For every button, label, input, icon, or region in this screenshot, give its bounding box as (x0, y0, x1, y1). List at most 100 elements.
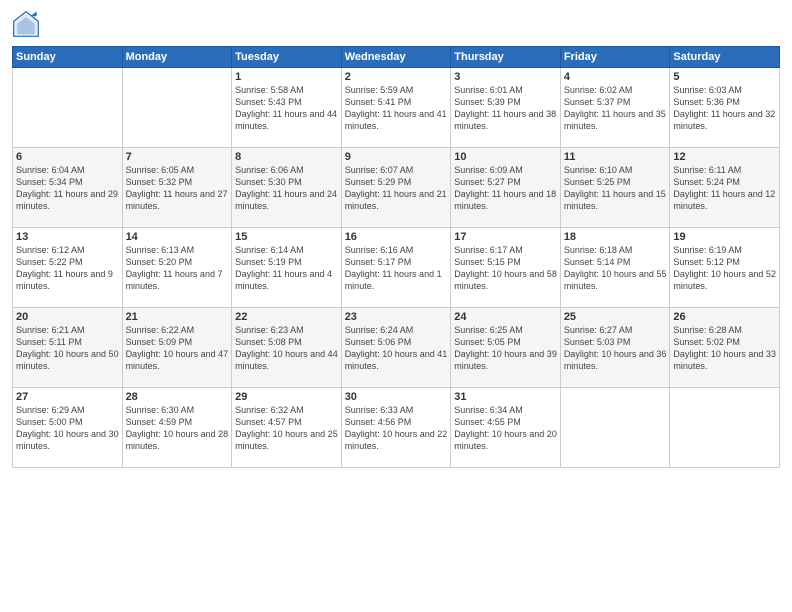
day-number: 29 (235, 391, 338, 403)
col-header-monday: Monday (122, 47, 232, 68)
col-header-saturday: Saturday (670, 47, 780, 68)
day-number: 28 (126, 391, 229, 403)
day-number: 10 (454, 151, 557, 163)
day-info: Sunrise: 6:28 AM Sunset: 5:02 PM Dayligh… (673, 324, 776, 373)
day-number: 15 (235, 231, 338, 243)
header (12, 10, 780, 38)
week-row-4: 20Sunrise: 6:21 AM Sunset: 5:11 PM Dayli… (13, 308, 780, 388)
day-info: Sunrise: 6:12 AM Sunset: 5:22 PM Dayligh… (16, 244, 119, 293)
header-row: SundayMondayTuesdayWednesdayThursdayFrid… (13, 47, 780, 68)
day-cell: 29Sunrise: 6:32 AM Sunset: 4:57 PM Dayli… (232, 388, 342, 468)
day-cell: 31Sunrise: 6:34 AM Sunset: 4:55 PM Dayli… (451, 388, 561, 468)
week-row-5: 27Sunrise: 6:29 AM Sunset: 5:00 PM Dayli… (13, 388, 780, 468)
week-row-3: 13Sunrise: 6:12 AM Sunset: 5:22 PM Dayli… (13, 228, 780, 308)
day-info: Sunrise: 6:24 AM Sunset: 5:06 PM Dayligh… (345, 324, 448, 373)
day-number: 19 (673, 231, 776, 243)
day-info: Sunrise: 6:13 AM Sunset: 5:20 PM Dayligh… (126, 244, 229, 293)
day-cell: 15Sunrise: 6:14 AM Sunset: 5:19 PM Dayli… (232, 228, 342, 308)
col-header-friday: Friday (560, 47, 670, 68)
logo-icon (12, 10, 40, 38)
day-number: 24 (454, 311, 557, 323)
day-cell: 24Sunrise: 6:25 AM Sunset: 5:05 PM Dayli… (451, 308, 561, 388)
day-number: 26 (673, 311, 776, 323)
day-info: Sunrise: 5:58 AM Sunset: 5:43 PM Dayligh… (235, 84, 338, 133)
day-cell: 18Sunrise: 6:18 AM Sunset: 5:14 PM Dayli… (560, 228, 670, 308)
day-number: 27 (16, 391, 119, 403)
day-cell (670, 388, 780, 468)
day-cell: 11Sunrise: 6:10 AM Sunset: 5:25 PM Dayli… (560, 148, 670, 228)
day-number: 30 (345, 391, 448, 403)
day-number: 22 (235, 311, 338, 323)
day-number: 9 (345, 151, 448, 163)
day-info: Sunrise: 6:11 AM Sunset: 5:24 PM Dayligh… (673, 164, 776, 213)
day-cell: 13Sunrise: 6:12 AM Sunset: 5:22 PM Dayli… (13, 228, 123, 308)
day-number: 11 (564, 151, 667, 163)
day-info: Sunrise: 6:04 AM Sunset: 5:34 PM Dayligh… (16, 164, 119, 213)
day-cell: 26Sunrise: 6:28 AM Sunset: 5:02 PM Dayli… (670, 308, 780, 388)
day-cell: 16Sunrise: 6:16 AM Sunset: 5:17 PM Dayli… (341, 228, 451, 308)
day-info: Sunrise: 6:16 AM Sunset: 5:17 PM Dayligh… (345, 244, 448, 293)
day-cell: 27Sunrise: 6:29 AM Sunset: 5:00 PM Dayli… (13, 388, 123, 468)
day-cell: 30Sunrise: 6:33 AM Sunset: 4:56 PM Dayli… (341, 388, 451, 468)
day-info: Sunrise: 6:09 AM Sunset: 5:27 PM Dayligh… (454, 164, 557, 213)
day-cell: 5Sunrise: 6:03 AM Sunset: 5:36 PM Daylig… (670, 68, 780, 148)
day-cell: 28Sunrise: 6:30 AM Sunset: 4:59 PM Dayli… (122, 388, 232, 468)
day-cell: 25Sunrise: 6:27 AM Sunset: 5:03 PM Dayli… (560, 308, 670, 388)
day-info: Sunrise: 6:32 AM Sunset: 4:57 PM Dayligh… (235, 404, 338, 453)
day-info: Sunrise: 6:22 AM Sunset: 5:09 PM Dayligh… (126, 324, 229, 373)
day-number: 17 (454, 231, 557, 243)
col-header-sunday: Sunday (13, 47, 123, 68)
day-number: 1 (235, 71, 338, 83)
day-info: Sunrise: 6:02 AM Sunset: 5:37 PM Dayligh… (564, 84, 667, 133)
day-number: 20 (16, 311, 119, 323)
day-info: Sunrise: 6:34 AM Sunset: 4:55 PM Dayligh… (454, 404, 557, 453)
day-info: Sunrise: 6:14 AM Sunset: 5:19 PM Dayligh… (235, 244, 338, 293)
day-cell: 7Sunrise: 6:05 AM Sunset: 5:32 PM Daylig… (122, 148, 232, 228)
day-cell: 6Sunrise: 6:04 AM Sunset: 5:34 PM Daylig… (13, 148, 123, 228)
day-number: 3 (454, 71, 557, 83)
day-number: 5 (673, 71, 776, 83)
day-info: Sunrise: 6:03 AM Sunset: 5:36 PM Dayligh… (673, 84, 776, 133)
day-info: Sunrise: 6:05 AM Sunset: 5:32 PM Dayligh… (126, 164, 229, 213)
day-info: Sunrise: 6:01 AM Sunset: 5:39 PM Dayligh… (454, 84, 557, 133)
day-info: Sunrise: 6:17 AM Sunset: 5:15 PM Dayligh… (454, 244, 557, 293)
week-row-2: 6Sunrise: 6:04 AM Sunset: 5:34 PM Daylig… (13, 148, 780, 228)
day-number: 7 (126, 151, 229, 163)
day-info: Sunrise: 6:33 AM Sunset: 4:56 PM Dayligh… (345, 404, 448, 453)
day-number: 8 (235, 151, 338, 163)
day-number: 4 (564, 71, 667, 83)
day-info: Sunrise: 6:21 AM Sunset: 5:11 PM Dayligh… (16, 324, 119, 373)
day-cell: 17Sunrise: 6:17 AM Sunset: 5:15 PM Dayli… (451, 228, 561, 308)
day-cell (560, 388, 670, 468)
logo (12, 10, 44, 38)
week-row-1: 1Sunrise: 5:58 AM Sunset: 5:43 PM Daylig… (13, 68, 780, 148)
day-cell: 3Sunrise: 6:01 AM Sunset: 5:39 PM Daylig… (451, 68, 561, 148)
day-info: Sunrise: 6:30 AM Sunset: 4:59 PM Dayligh… (126, 404, 229, 453)
day-cell: 10Sunrise: 6:09 AM Sunset: 5:27 PM Dayli… (451, 148, 561, 228)
day-info: Sunrise: 6:19 AM Sunset: 5:12 PM Dayligh… (673, 244, 776, 293)
day-cell: 19Sunrise: 6:19 AM Sunset: 5:12 PM Dayli… (670, 228, 780, 308)
day-info: Sunrise: 6:10 AM Sunset: 5:25 PM Dayligh… (564, 164, 667, 213)
day-number: 25 (564, 311, 667, 323)
col-header-tuesday: Tuesday (232, 47, 342, 68)
day-info: Sunrise: 6:25 AM Sunset: 5:05 PM Dayligh… (454, 324, 557, 373)
day-info: Sunrise: 6:07 AM Sunset: 5:29 PM Dayligh… (345, 164, 448, 213)
day-number: 2 (345, 71, 448, 83)
day-number: 18 (564, 231, 667, 243)
day-cell: 9Sunrise: 6:07 AM Sunset: 5:29 PM Daylig… (341, 148, 451, 228)
day-cell: 2Sunrise: 5:59 AM Sunset: 5:41 PM Daylig… (341, 68, 451, 148)
day-info: Sunrise: 6:27 AM Sunset: 5:03 PM Dayligh… (564, 324, 667, 373)
day-cell: 4Sunrise: 6:02 AM Sunset: 5:37 PM Daylig… (560, 68, 670, 148)
col-header-wednesday: Wednesday (341, 47, 451, 68)
day-cell (13, 68, 123, 148)
day-info: Sunrise: 6:06 AM Sunset: 5:30 PM Dayligh… (235, 164, 338, 213)
day-number: 31 (454, 391, 557, 403)
day-cell: 23Sunrise: 6:24 AM Sunset: 5:06 PM Dayli… (341, 308, 451, 388)
calendar-table: SundayMondayTuesdayWednesdayThursdayFrid… (12, 46, 780, 468)
day-number: 12 (673, 151, 776, 163)
day-number: 16 (345, 231, 448, 243)
day-number: 6 (16, 151, 119, 163)
day-number: 14 (126, 231, 229, 243)
day-number: 21 (126, 311, 229, 323)
day-cell: 14Sunrise: 6:13 AM Sunset: 5:20 PM Dayli… (122, 228, 232, 308)
